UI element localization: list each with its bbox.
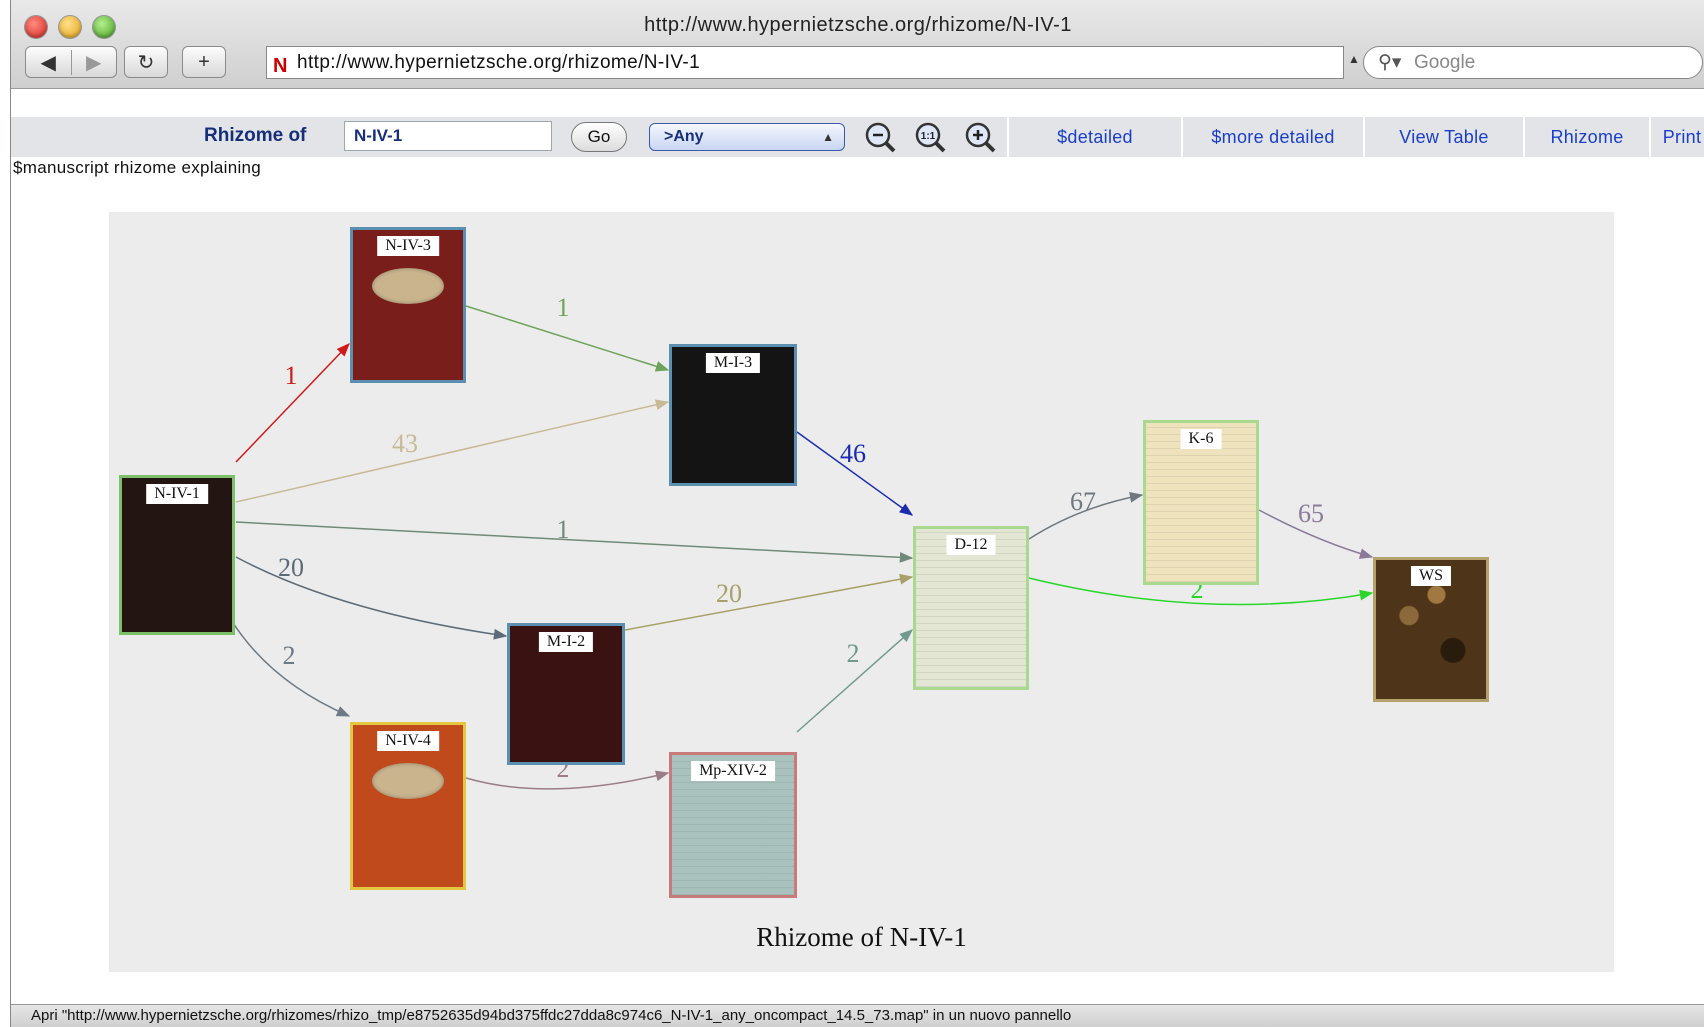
search-field[interactable]: ⚲▾ Google (1363, 46, 1703, 79)
detailed-link[interactable]: $detailed (1007, 117, 1181, 157)
search-placeholder: Google (1414, 52, 1476, 73)
manuscript-node-ws[interactable]: WS (1373, 557, 1489, 702)
zoom-out-icon[interactable] (863, 120, 897, 154)
node-label: D-12 (946, 535, 996, 555)
filter-select-value: >Any (664, 128, 704, 145)
status-bar: Apri "http://www.hypernietzsche.org/rhiz… (11, 1004, 1704, 1027)
manuscript-node-d-12[interactable]: D-12 (913, 526, 1029, 690)
more-detailed-link[interactable]: $more detailed (1181, 117, 1363, 157)
manuscript-node-n-iv-4[interactable]: N-IV-4 (350, 722, 466, 890)
node-label: M-I-3 (705, 353, 761, 373)
node-label: M-I-2 (538, 632, 594, 652)
zoom-reset-icon[interactable]: 1:1 (913, 120, 947, 154)
manuscript-node-k-6[interactable]: K-6 (1143, 420, 1259, 585)
node-label: WS (1411, 566, 1451, 586)
go-button[interactable]: Go (571, 122, 627, 152)
node-label: N-IV-1 (146, 484, 208, 504)
manuscript-node-mp-xiv-2[interactable]: Mp-XIV-2 (669, 752, 797, 898)
explanation-text: $manuscript rhizome explaining (13, 158, 262, 177)
site-favicon-icon: N (273, 55, 288, 77)
node-label: N-IV-3 (377, 236, 439, 256)
manuscript-node-n-iv-3[interactable]: N-IV-3 (350, 227, 466, 383)
node-label: Mp-XIV-2 (691, 761, 775, 781)
address-bar[interactable]: N http://www.hypernietzsche.org/rhizome/… (266, 46, 1344, 79)
print-link[interactable]: Print (1649, 117, 1704, 157)
cover-label-oval (372, 268, 444, 304)
node-label: N-IV-4 (377, 731, 439, 751)
window-title: http://www.hypernietzsche.org/rhizome/N-… (644, 14, 1072, 36)
title-bar: http://www.hypernietzsche.org/rhizome/N-… (11, 0, 1704, 89)
back-arrow-icon[interactable]: ◀ (26, 49, 72, 75)
browser-window: http://www.hypernietzsche.org/rhizome/N-… (10, 0, 1704, 1027)
url-text: http://www.hypernietzsche.org/rhizome/N-… (297, 52, 701, 73)
view-table-link[interactable]: View Table (1363, 117, 1523, 157)
filter-select[interactable]: >Any ▲ (649, 123, 845, 151)
rhizome-link[interactable]: Rhizome (1523, 117, 1649, 157)
add-bookmark-button[interactable]: + (182, 46, 226, 78)
cover-label-oval (372, 763, 444, 799)
manuscript-node-m-i-3[interactable]: M-I-3 (669, 344, 797, 486)
svg-text:1:1: 1:1 (921, 131, 936, 142)
zoom-in-icon[interactable] (963, 120, 997, 154)
back-forward-group: ◀ ▶ (25, 46, 117, 78)
manuscript-node-n-iv-1[interactable]: N-IV-1 (119, 475, 235, 635)
manuscript-node-m-i-2[interactable]: M-I-2 (507, 623, 625, 765)
rhizome-graph: 1 1 43 46 1 20 20 2 2 2 67 65 2 N-IV-1 N-IV-3 M-I-3 M-I… (109, 212, 1614, 972)
select-arrows-icon: ▲ (822, 130, 834, 144)
plus-icon: + (198, 50, 210, 73)
reload-icon: ↻ (137, 51, 155, 74)
search-icon: ⚲▾ (1378, 52, 1402, 73)
node-label: K-6 (1180, 429, 1222, 449)
graph-title: Rhizome of N-IV-1 (756, 922, 967, 952)
forward-arrow-icon[interactable]: ▶ (72, 50, 117, 75)
graph-nodes: N-IV-1 N-IV-3 M-I-3 M-I-2 N-IV-4 Mp-XIV-2 D-12… (109, 212, 1614, 972)
manuscript-input[interactable]: N-IV-1 (344, 121, 552, 151)
reload-button[interactable]: ↻ (124, 46, 168, 78)
url-menu-caret-icon[interactable]: ▲ (1348, 52, 1360, 66)
rhizome-toolbar: Rhizome of N-IV-1 Go >Any ▲ 1:1 $detaile… (11, 117, 1704, 157)
rhizome-of-label: Rhizome of (204, 125, 307, 146)
